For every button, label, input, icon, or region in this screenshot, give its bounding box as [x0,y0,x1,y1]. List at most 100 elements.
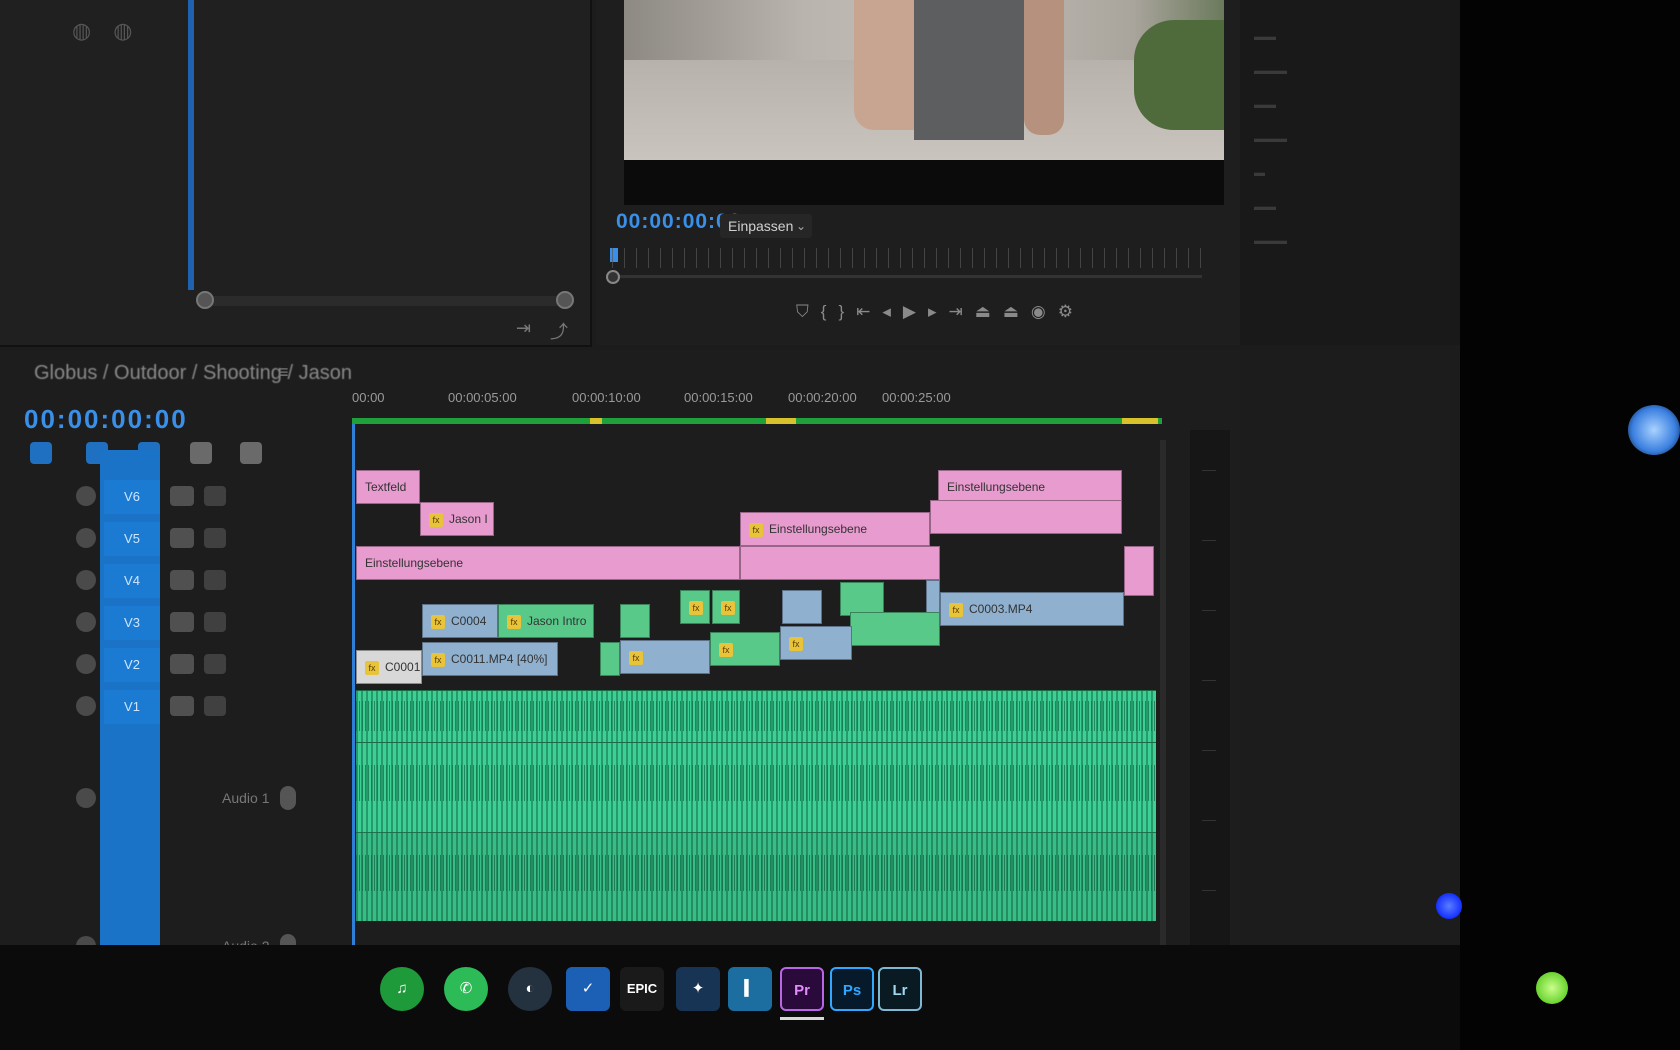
sync-lock-icon[interactable] [204,486,226,506]
audio-clip-upper[interactable] [356,690,1156,743]
clip-green[interactable] [850,612,940,646]
sync-lock-icon[interactable] [204,570,226,590]
lift-icon[interactable]: ⏏ [975,302,991,332]
green-led-light [1536,972,1568,1004]
eye-icon[interactable] [170,654,194,674]
clip-adjustment-layer[interactable]: Einstellungsebene [356,546,740,580]
clip-c0003[interactable]: fx C0003.MP4 [940,592,1124,626]
track-target-v5[interactable]: V5 [104,522,160,556]
clip-end[interactable] [1124,546,1154,596]
close-icon[interactable]: ≡ [278,362,289,383]
eye-icon[interactable] [170,528,194,548]
clip-short[interactable] [840,582,884,616]
sync-lock-icon[interactable] [204,654,226,674]
insert-icon[interactable]: ⇥ [516,318,531,339]
clip-short[interactable] [620,604,650,638]
timeline-settings-icon[interactable] [190,442,212,464]
clip-title[interactable]: Textfeld [356,470,420,504]
track-target-v6[interactable]: V6 [104,480,160,514]
add-marker-icon[interactable]: ⛉ [796,302,809,332]
steam-icon[interactable]: ◐ [508,967,552,1011]
scroll-handle-left[interactable] [196,291,214,309]
timeline-time-ruler[interactable]: 00:00 00:00:05:00 00:00:10:00 00:00:15:0… [352,390,1162,430]
microphone-icon[interactable] [280,786,296,810]
sidebar-app-icon[interactable]: ▍ [728,967,772,1011]
premiere-pro-icon[interactable]: Pr [780,967,824,1011]
program-scrub-handle[interactable] [606,270,620,284]
clip-short[interactable]: fx [712,590,740,624]
go-to-out-icon[interactable]: ⇥ [949,302,963,332]
epic-games-icon[interactable]: EPIC [620,967,664,1011]
lock-icon[interactable] [76,486,96,506]
lock-icon[interactable] [76,654,96,674]
whatsapp-icon[interactable]: ✆ [444,967,488,1011]
clip-c0011[interactable]: fx C0011.MP4 [40%] [422,642,558,676]
wrench-icon[interactable] [240,442,262,464]
clip-short[interactable]: fx [680,590,710,624]
ruler-label: 00:00:10:00 [572,390,641,405]
lock-icon[interactable] [76,788,96,808]
timeline-timecode[interactable]: 00:00:00:00 [24,404,188,435]
clip-adjustment-layer[interactable]: fx Einstellungsebene [740,512,930,546]
zoom-level-select[interactable]: Einpassen ⌄ [720,214,812,238]
timeline-vertical-scrollbar[interactable] [1160,440,1166,960]
step-back-icon[interactable]: ◂ [882,302,891,332]
sync-lock-icon[interactable] [204,528,226,548]
audio-clip-a1[interactable] [356,742,1156,833]
go-to-in-icon[interactable]: ⇤ [856,302,870,332]
snap-icon[interactable] [30,442,52,464]
clip-jason-intro[interactable]: fx Jason Intro [498,604,594,638]
lock-icon[interactable] [76,696,96,716]
clip-blue[interactable]: fx [780,626,852,660]
lock-icon[interactable] [76,612,96,632]
eye-icon[interactable] [170,696,194,716]
eye-icon[interactable] [170,486,194,506]
track-target-v4[interactable]: V4 [104,564,160,598]
clip-short[interactable] [600,642,620,676]
source-panel-scrollbar[interactable] [196,296,564,306]
track-target-v3[interactable]: V3 [104,606,160,640]
sync-lock-icon[interactable] [204,696,226,716]
settings-icon[interactable]: ⚙ [1058,302,1073,332]
battlenet-icon[interactable]: ✦ [676,967,720,1011]
todo-check-icon[interactable]: ✓ [566,967,610,1011]
sync-lock-icon[interactable] [204,612,226,632]
timeline-playhead[interactable] [352,424,355,1004]
eye-icon[interactable] [170,612,194,632]
clip-c0001[interactable]: fx C0001 [356,650,422,684]
clip-label: C0003.MP4 [969,602,1033,616]
eye-icon[interactable] [170,570,194,590]
clip-short[interactable] [782,590,822,624]
clip-adjustment-layer-ext[interactable] [930,500,1122,534]
program-time-ruler[interactable] [612,248,1212,268]
fx-badge-icon: fx [689,600,703,615]
lock-icon[interactable] [76,570,96,590]
step-forward-icon[interactable]: ▸ [928,302,937,332]
mark-in-icon[interactable]: { [821,302,827,332]
clip-label: Jason I [449,512,488,526]
clip-c0004[interactable]: fx C0004 [422,604,498,638]
export-frame-icon[interactable]: ◉ [1031,302,1046,332]
spotify-icon[interactable]: ♫ [380,967,424,1011]
lightroom-icon[interactable]: Lr [878,967,922,1011]
clip-jason[interactable]: fx Jason I [420,502,494,536]
sequence-tab-title[interactable]: Globus / Outdoor / Shooting / Jason [34,362,352,385]
audio-clip-a2[interactable] [356,832,1156,921]
clip-adjustment-layer-ext[interactable] [740,546,940,580]
track-target-v2[interactable]: V2 [104,648,160,682]
scroll-handle-right[interactable] [556,291,574,309]
track-target-v1[interactable]: V1 [104,690,160,724]
lock-icon[interactable] [76,528,96,548]
clip-green[interactable]: fx [710,632,780,666]
mark-out-icon[interactable]: } [838,302,844,332]
export-frame-icon[interactable]: ⤴ [550,318,568,344]
photoshop-icon[interactable]: Ps [830,967,874,1011]
program-scrub-bar[interactable] [612,275,1202,278]
clip-tiny[interactable] [926,580,940,614]
extract-icon[interactable]: ⏏ [1003,302,1019,332]
clip-adjustment-layer[interactable]: Einstellungsebene [938,470,1122,504]
clip-blue[interactable]: fx [620,640,710,674]
play-icon[interactable]: ▶ [903,302,916,332]
windows-taskbar: ♫ ✆ ◐ ✓ EPIC ✦ ▍ Pr Ps Lr [0,945,1460,1050]
work-area-bar[interactable] [352,418,1162,424]
